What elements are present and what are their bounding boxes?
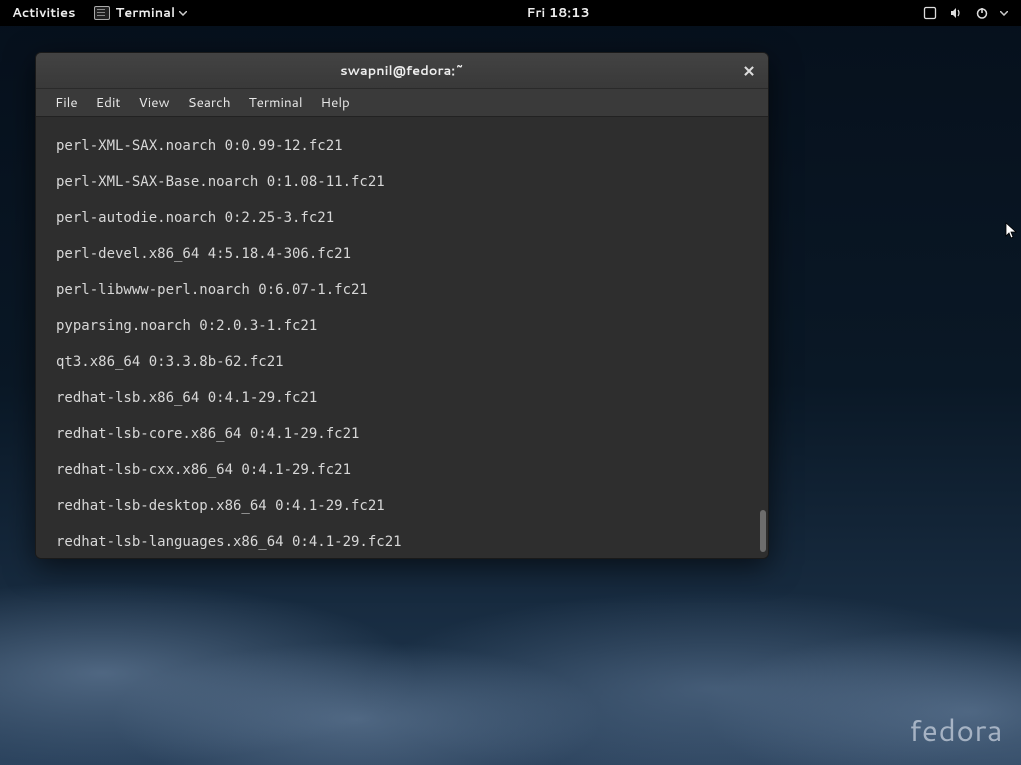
terminal-output[interactable]: perl-XML-SAX.noarch 0:0.99-12.fc21 perl-… (36, 117, 768, 558)
pkg-line: pyparsing.noarch 0:2.0.3-1.fc21 (38, 317, 768, 335)
menu-search[interactable]: Search (179, 93, 240, 112)
close-icon[interactable]: ✕ (740, 60, 758, 81)
pkg-line: qt3.x86_64 0:3.3.8b-62.fc21 (38, 353, 768, 371)
window-titlebar[interactable]: swapnil@fedora:~ ✕ (36, 53, 768, 89)
menu-view[interactable]: View (130, 93, 179, 112)
terminal-window: swapnil@fedora:~ ✕ File Edit View Search… (35, 52, 769, 559)
clock[interactable]: Fri 18:13 (526, 4, 589, 22)
window-menubar: File Edit View Search Terminal Help (36, 89, 768, 117)
pkg-line: perl-libwww-perl.noarch 0:6.07-1.fc21 (38, 281, 768, 299)
pkg-line: redhat-lsb-desktop.x86_64 0:4.1-29.fc21 (38, 497, 768, 515)
pkg-line: redhat-lsb.x86_64 0:4.1-29.fc21 (38, 389, 768, 407)
menu-terminal[interactable]: Terminal (240, 93, 312, 112)
terminal-app-icon (94, 6, 110, 20)
menu-help[interactable]: Help (312, 93, 359, 112)
pkg-line: perl-XML-SAX-Base.noarch 0:1.08-11.fc21 (38, 173, 768, 191)
chevron-down-icon (179, 11, 187, 16)
pkg-line: redhat-lsb-languages.x86_64 0:4.1-29.fc2… (38, 533, 768, 551)
menu-edit[interactable]: Edit (87, 93, 130, 112)
accessibility-icon[interactable] (917, 6, 943, 20)
power-icon[interactable] (969, 6, 995, 20)
app-menu-button[interactable]: Terminal (88, 0, 200, 26)
window-title: swapnil@fedora:~ (340, 62, 464, 80)
system-menu-chevron-icon[interactable] (995, 11, 1013, 16)
pkg-line: perl-devel.x86_64 4:5.18.4-306.fc21 (38, 245, 768, 263)
gnome-topbar: Activities Terminal Fri 18:13 (0, 0, 1021, 26)
pkg-line: redhat-lsb-core.x86_64 0:4.1-29.fc21 (38, 425, 768, 443)
pkg-line: redhat-lsb-cxx.x86_64 0:4.1-29.fc21 (38, 461, 768, 479)
activities-button[interactable]: Activities (0, 0, 88, 26)
app-menu-label: Terminal (116, 4, 176, 22)
terminal-scrollbar[interactable] (760, 510, 766, 552)
mouse-pointer-icon (1005, 222, 1019, 246)
pkg-line: perl-XML-SAX.noarch 0:0.99-12.fc21 (38, 137, 768, 155)
menu-file[interactable]: File (46, 93, 87, 112)
pkg-line: perl-autodie.noarch 0:2.25-3.fc21 (38, 209, 768, 227)
fedora-wordmark: fedora (909, 708, 1003, 751)
volume-icon[interactable] (943, 6, 969, 20)
